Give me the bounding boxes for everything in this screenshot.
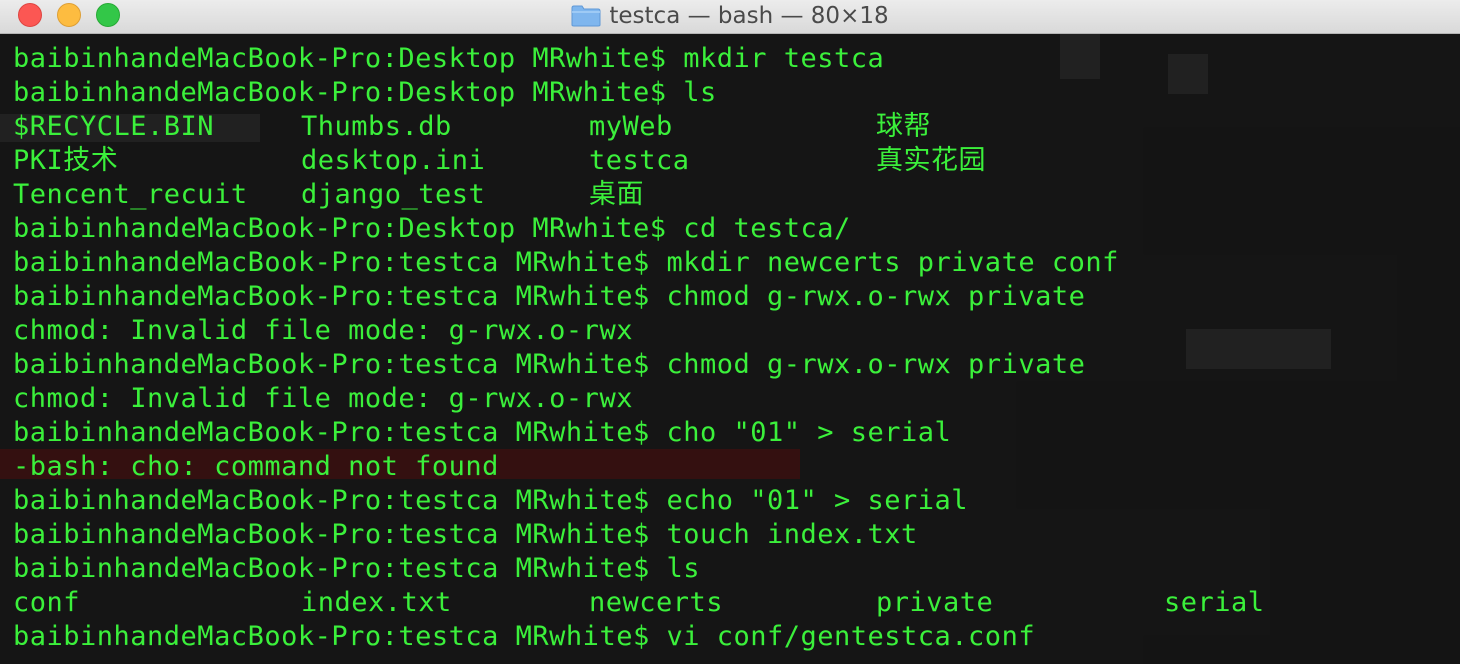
window-title: testca — bash — 80×18 bbox=[609, 3, 889, 29]
terminal-window: testca — bash — 80×18 baibinhandeMacBook… bbox=[0, 0, 1460, 664]
terminal-error-line: -bash: cho: command not found bbox=[13, 451, 499, 482]
ls-entry: PKI技术 bbox=[13, 145, 119, 176]
ls-output-row: $RECYCLE.BIN Thumbs.db myWeb 球帮 bbox=[13, 110, 1119, 144]
terminal-error-line: chmod: Invalid file mode: g-rwx.o-rwx bbox=[13, 383, 633, 414]
terminal-line: baibinhandeMacBook-Pro:Desktop MRwhite$ … bbox=[13, 43, 885, 74]
folder-icon bbox=[571, 5, 601, 27]
terminal-output[interactable]: baibinhandeMacBook-Pro:Desktop MRwhite$ … bbox=[0, 34, 1460, 664]
ls-entry: Tencent_recuit bbox=[13, 179, 248, 210]
ls-entry: django_test bbox=[301, 179, 486, 210]
ls-entry: Thumbs.db bbox=[301, 111, 452, 142]
terminal-error-line: chmod: Invalid file mode: g-rwx.o-rwx bbox=[13, 315, 633, 346]
ls-output-row: Tencent_recuit django_test 桌面 bbox=[13, 178, 1119, 212]
terminal-line: baibinhandeMacBook-Pro:testca MRwhite$ m… bbox=[13, 247, 1119, 278]
ls-output-row: conf index.txt newcerts private serial bbox=[13, 586, 1264, 620]
ls-entry: desktop.ini bbox=[301, 145, 486, 176]
ls-entry: $RECYCLE.BIN bbox=[13, 111, 215, 142]
title-bar[interactable]: testca — bash — 80×18 bbox=[0, 0, 1460, 34]
background-window-ghost bbox=[1186, 329, 1331, 369]
terminal-prompt-line[interactable]: baibinhandeMacBook-Pro:testca MRwhite$ v… bbox=[13, 620, 1119, 654]
terminal-line: baibinhandeMacBook-Pro:Desktop MRwhite$ … bbox=[13, 77, 717, 108]
terminal-line: baibinhandeMacBook-Pro:testca MRwhite$ c… bbox=[13, 281, 1086, 312]
ls-entry: 球帮 bbox=[876, 111, 931, 142]
terminal-line: baibinhandeMacBook-Pro:testca MRwhite$ c… bbox=[13, 349, 1086, 380]
terminal-line: baibinhandeMacBook-Pro:testca MRwhite$ l… bbox=[13, 553, 700, 584]
ls-entry: testca bbox=[589, 145, 690, 176]
ls-entry: index.txt bbox=[301, 587, 452, 618]
terminal-line: baibinhandeMacBook-Pro:Desktop MRwhite$ … bbox=[13, 213, 851, 244]
terminal-lines: baibinhandeMacBook-Pro:Desktop MRwhite$ … bbox=[13, 42, 1264, 654]
ls-entry: serial bbox=[1164, 587, 1265, 618]
ls-entry: newcerts bbox=[589, 587, 724, 618]
terminal-line: baibinhandeMacBook-Pro:testca MRwhite$ c… bbox=[13, 417, 952, 448]
terminal-line: baibinhandeMacBook-Pro:testca MRwhite$ t… bbox=[13, 519, 918, 550]
terminal-line: baibinhandeMacBook-Pro:testca MRwhite$ e… bbox=[13, 485, 969, 516]
ls-entry: myWeb bbox=[589, 111, 673, 142]
ls-output-row: PKI技术 desktop.ini testca 真实花园 bbox=[13, 144, 1119, 178]
background-window-ghost bbox=[1168, 54, 1208, 94]
ls-entry: 真实花园 bbox=[876, 145, 986, 176]
ls-entry: private bbox=[876, 587, 994, 618]
window-title-area: testca — bash — 80×18 bbox=[0, 0, 1460, 32]
ls-entry: conf bbox=[13, 587, 81, 618]
ls-entry: 桌面 bbox=[589, 179, 644, 210]
